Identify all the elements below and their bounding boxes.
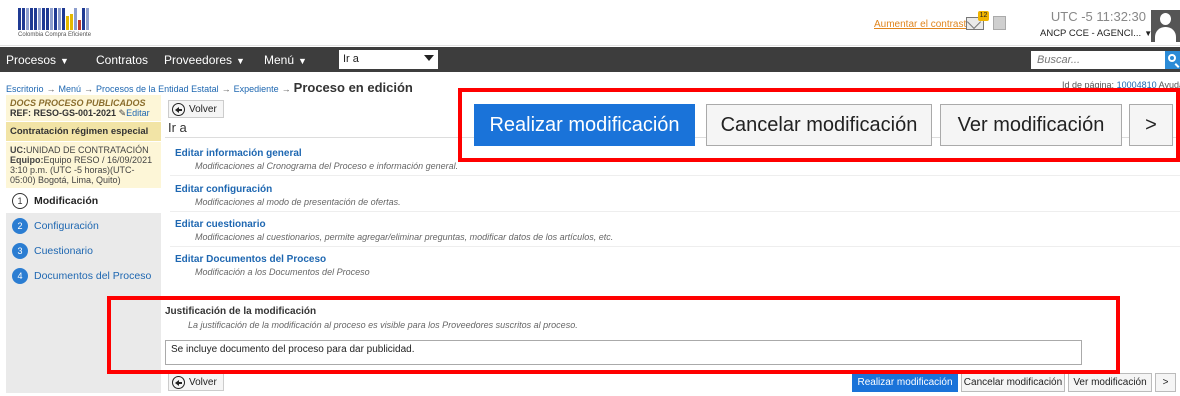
step-label: Configuración xyxy=(34,219,99,232)
top-header: Colombia Compra Eficiente Aumentar el co… xyxy=(0,0,1180,46)
step-label: Modificación xyxy=(34,194,99,207)
step-number: 2 xyxy=(12,217,28,234)
step-number: 3 xyxy=(12,242,28,259)
arrow-right-icon: → xyxy=(281,84,291,94)
goto-heading: Ir a xyxy=(168,120,187,135)
cancelar-modificacion-button[interactable]: Cancelar modificación xyxy=(961,373,1065,392)
back-button-label: Volver xyxy=(189,103,217,115)
nav-contratos[interactable]: Contratos xyxy=(96,53,148,67)
goto-select-value: Ir a xyxy=(343,53,359,65)
team-label: Equipo: xyxy=(10,155,44,165)
breadcrumb-menu[interactable]: Menú xyxy=(59,84,82,94)
edit-questionnaire-link[interactable]: Editar cuestionario xyxy=(175,219,266,230)
breadcrumb-escritorio[interactable]: Escritorio xyxy=(6,84,44,94)
nav-procesos-label: Procesos xyxy=(6,53,57,67)
search-icon xyxy=(1168,54,1176,62)
edit-configuration-item: Editar configuración Modificaciones al m… xyxy=(175,183,401,207)
breadcrumb-expediente[interactable]: Expediente xyxy=(234,84,279,94)
back-arrow-icon xyxy=(172,375,185,389)
arrow-right-icon: → xyxy=(84,84,94,94)
contrast-link[interactable]: Aumentar el contraste xyxy=(874,19,972,30)
step-label: Documentos del Proceso xyxy=(34,269,152,282)
realizar-modificacion-button-zoomed[interactable]: Realizar modificación xyxy=(474,104,695,146)
back-button-top[interactable]: Volver xyxy=(168,100,224,118)
edit-general-info-item: Editar información general Modificacione… xyxy=(175,147,458,171)
edit-questionnaire-desc: Modificaciones al cuestionarios, permite… xyxy=(195,232,614,242)
back-button-bottom[interactable]: Volver xyxy=(168,373,224,391)
chevron-down-icon: ▼ xyxy=(60,56,69,66)
step-cuestionario[interactable]: 3 Cuestionario xyxy=(6,238,161,263)
search-input[interactable] xyxy=(1031,51,1165,69)
breadcrumb: Escritorio → Menú → Procesos de la Entidad E… xyxy=(6,80,413,95)
divider xyxy=(170,246,1180,247)
user-menu[interactable]: ANCP CCE - AGENCI... ▼ xyxy=(1040,28,1152,39)
cancelar-modificacion-button-zoomed[interactable]: Cancelar modificación xyxy=(706,104,932,146)
process-reference: REF: RESO-GS-001-2021 xyxy=(10,108,117,118)
back-button-label: Volver xyxy=(189,376,217,388)
contracting-regime: Contratación régimen especial xyxy=(6,122,161,141)
step-documentos[interactable]: 4 Documentos del Proceso xyxy=(6,263,161,288)
document-icon[interactable] xyxy=(993,16,1006,30)
user-name: ANCP CCE - AGENCI... xyxy=(1040,28,1142,39)
ver-modificacion-button-zoomed[interactable]: Ver modificación xyxy=(940,104,1122,146)
clock: UTC -5 11:32:30 xyxy=(1050,9,1146,24)
pencil-icon[interactable]: ✎ xyxy=(119,108,127,118)
chevron-down-icon: ▼ xyxy=(236,56,245,66)
chevron-down-icon xyxy=(424,55,434,61)
nav-contratos-label: Contratos xyxy=(96,53,149,67)
mail-count-badge: 12 xyxy=(978,11,989,21)
edit-documents-item: Editar Documentos del Proceso Modificaci… xyxy=(175,253,370,277)
colombia-compra-logo[interactable]: Colombia Compra Eficiente xyxy=(18,6,110,40)
logo-caption: Colombia Compra Eficiente xyxy=(18,32,92,38)
divider xyxy=(170,175,1180,176)
edit-reference-link[interactable]: Editar xyxy=(126,108,150,118)
divider xyxy=(170,211,1180,212)
step-list: 1 Modificación 2 Configuración 3 Cuestionar… xyxy=(6,188,161,288)
search-button[interactable] xyxy=(1165,51,1180,69)
step-label: Cuestionario xyxy=(34,244,93,257)
nav-procesos[interactable]: Procesos ▼ xyxy=(6,53,69,67)
edit-general-info-desc: Modificaciones al Cronograma del Proceso… xyxy=(195,161,459,171)
back-arrow-icon xyxy=(172,102,185,116)
goto-select[interactable]: Ir a xyxy=(339,50,438,69)
step-configuracion[interactable]: 2 Configuración xyxy=(6,213,161,238)
nav-proveedores-label: Proveedores xyxy=(164,53,233,67)
next-button-zoomed[interactable]: > xyxy=(1129,104,1173,146)
arrow-right-icon: → xyxy=(221,84,231,94)
next-button[interactable]: > xyxy=(1155,373,1176,392)
step-modificacion[interactable]: 1 Modificación xyxy=(6,188,161,213)
highlight-box-justification xyxy=(107,296,1120,374)
edit-configuration-desc: Modificaciones al modo de presentación d… xyxy=(195,197,401,207)
unit-info: UC:UNIDAD DE CONTRATACIÓN Equipo:Equipo … xyxy=(6,142,161,188)
unit-label: UC: xyxy=(10,145,26,155)
main-navbar: Procesos ▼ Contratos Proveedores ▼ Menú ▼ I… xyxy=(0,47,1180,72)
edit-general-info-link[interactable]: Editar información general xyxy=(175,148,302,159)
breadcrumb-procesos[interactable]: Procesos de la Entidad Estatal xyxy=(96,84,219,94)
edit-documents-desc: Modificación a los Documentos del Proces… xyxy=(195,267,370,277)
docs-status: DOCS PROCESO PUBLICADOS xyxy=(10,98,146,108)
process-info: DOCS PROCESO PUBLICADOS REF: RESO-GS-001… xyxy=(6,95,161,121)
edit-configuration-link[interactable]: Editar configuración xyxy=(175,184,272,195)
nav-menu[interactable]: Menú ▼ xyxy=(264,53,307,67)
nav-menu-label: Menú xyxy=(264,53,295,67)
realizar-modificacion-button[interactable]: Realizar modificación xyxy=(852,373,958,392)
chevron-down-icon: ▼ xyxy=(298,56,307,66)
step-number: 1 xyxy=(12,192,28,209)
logo-barcode-icon xyxy=(18,6,110,30)
step-number: 4 xyxy=(12,267,28,284)
unit-name: UNIDAD DE CONTRATACIÓN xyxy=(26,145,149,155)
edit-questionnaire-item: Editar cuestionario Modificaciones al cu… xyxy=(175,218,613,242)
nav-proveedores[interactable]: Proveedores ▼ xyxy=(164,53,245,67)
ver-modificacion-button[interactable]: Ver modificación xyxy=(1068,373,1152,392)
avatar[interactable] xyxy=(1151,10,1180,42)
page-title: Proceso en edición xyxy=(293,80,413,95)
edit-documents-link[interactable]: Editar Documentos del Proceso xyxy=(175,254,326,265)
arrow-right-icon: → xyxy=(46,84,56,94)
